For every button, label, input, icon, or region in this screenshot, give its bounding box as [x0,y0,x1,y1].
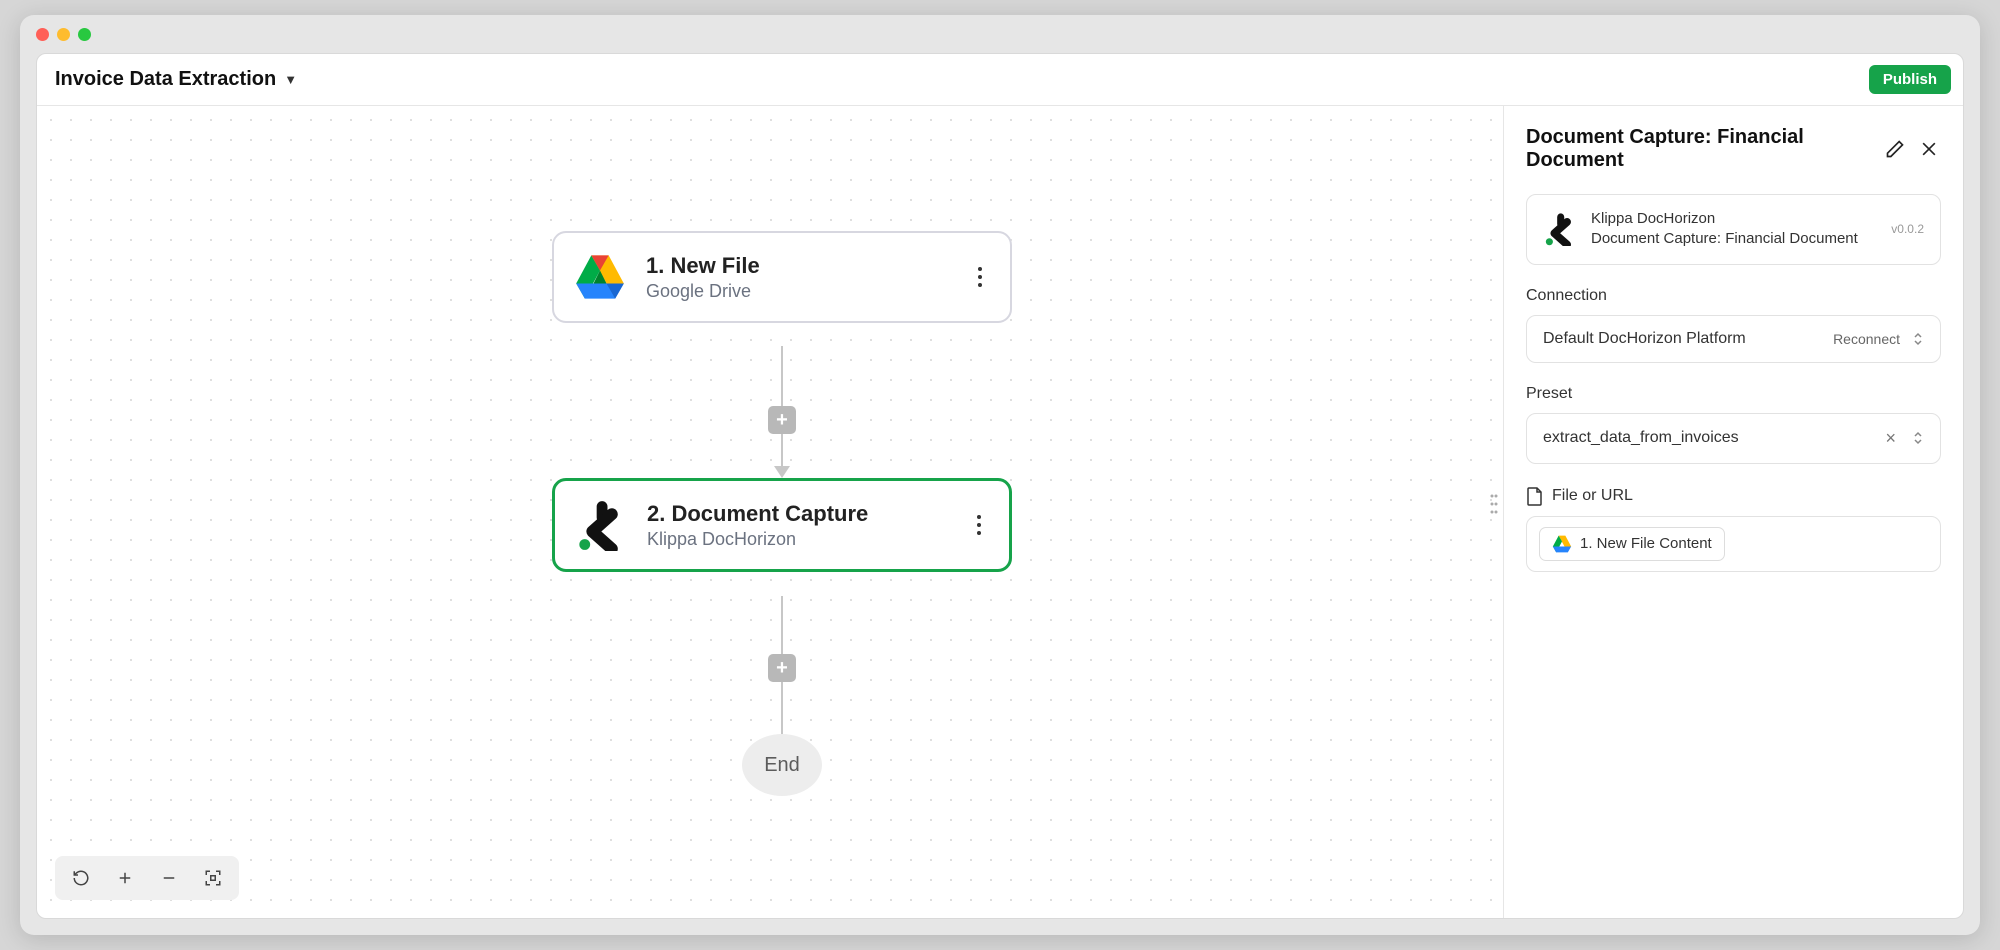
fit-view-button[interactable] [191,860,235,896]
google-drive-icon [574,251,626,303]
klippa-icon [1543,212,1577,246]
clear-preset-button[interactable]: × [1881,428,1900,449]
node-subtitle: Google Drive [646,281,950,302]
add-step-button[interactable]: + [768,406,796,434]
refresh-icon [72,869,90,887]
window-frame: Invoice Data Extraction ▼ Publish [20,15,1980,935]
panel-resize-handle[interactable] [1489,492,1499,532]
pencil-icon [1885,139,1905,159]
fit-view-icon [204,869,222,887]
node-text: 2. Document Capture Klippa DocHorizon [647,501,949,550]
caret-down-icon: ▼ [284,72,297,87]
integration-version: v0.0.2 [1891,222,1924,236]
panel-header: Document Capture: Financial Document [1526,126,1941,172]
app-content: Invoice Data Extraction ▼ Publish [36,53,1964,919]
window-minimize-dot[interactable] [57,28,70,41]
main-area: 1. New File Google Drive + [37,106,1963,918]
select-stepper-icon[interactable] [1912,430,1924,446]
workflow-title-dropdown[interactable]: Invoice Data Extraction ▼ [49,64,303,95]
preset-section: Preset extract_data_from_invoices × [1526,385,1941,464]
select-stepper-icon[interactable] [1912,331,1924,347]
file-source-chip-text: 1. New File Content [1580,535,1712,552]
connector-line [781,596,783,654]
end-node-label: End [764,754,800,777]
publish-button[interactable]: Publish [1869,65,1951,94]
integration-card-text: Klippa DocHorizon Document Capture: Fina… [1591,209,1877,250]
kebab-icon [978,267,982,287]
node-menu-button[interactable] [969,511,989,539]
details-panel: Document Capture: Financial Document [1503,106,1963,918]
connector-line [781,434,783,466]
integration-card: Klippa DocHorizon Document Capture: Fina… [1526,194,1941,265]
connection-label: Connection [1526,287,1941,305]
node-title: 2. Document Capture [647,501,949,527]
preset-field[interactable]: extract_data_from_invoices × [1526,413,1941,464]
canvas-toolbar [55,856,239,900]
refresh-button[interactable] [59,860,103,896]
connection-value: Default DocHorizon Platform [1543,330,1821,348]
add-step-button[interactable]: + [768,654,796,682]
close-icon [1919,139,1939,159]
file-section: File or URL 1. New File Content [1526,486,1941,572]
connection-field[interactable]: Default DocHorizon Platform Reconnect [1526,315,1941,363]
flow-node-new-file[interactable]: 1. New File Google Drive [552,231,1012,323]
kebab-icon [977,515,981,535]
preset-value: extract_data_from_invoices [1543,429,1869,447]
flow-canvas[interactable]: 1. New File Google Drive + [37,106,1503,918]
arrowhead-icon [774,466,790,478]
zoom-in-button[interactable] [103,860,147,896]
preset-label: Preset [1526,385,1941,403]
flow-node-document-capture[interactable]: 2. Document Capture Klippa DocHorizon [552,478,1012,572]
panel-title: Document Capture: Financial Document [1526,126,1873,172]
app-header: Invoice Data Extraction ▼ Publish [37,54,1963,106]
reconnect-button[interactable]: Reconnect [1833,331,1900,347]
google-drive-icon [1552,534,1572,554]
edit-title-button[interactable] [1883,137,1907,161]
file-source-chip[interactable]: 1. New File Content [1539,527,1725,561]
connector-line [781,682,783,734]
file-label: File or URL [1552,487,1633,505]
file-icon [1526,486,1544,506]
mac-titlebar [20,15,1980,53]
connection-section: Connection Default DocHorizon Platform R… [1526,287,1941,363]
file-label-row: File or URL [1526,486,1941,506]
window-close-dot[interactable] [36,28,49,41]
zoom-out-button[interactable] [147,860,191,896]
close-panel-button[interactable] [1917,137,1941,161]
end-node: End [742,734,822,796]
file-field[interactable]: 1. New File Content [1526,516,1941,572]
node-text: 1. New File Google Drive [646,253,950,302]
connector-line [781,346,783,406]
minus-icon [160,869,178,887]
workflow-title: Invoice Data Extraction [55,68,276,91]
plus-icon [116,869,134,887]
node-title: 1. New File [646,253,950,279]
node-menu-button[interactable] [970,263,990,291]
integration-name: Klippa DocHorizon [1591,209,1877,229]
window-maximize-dot[interactable] [78,28,91,41]
integration-action: Document Capture: Financial Document [1591,229,1877,249]
node-subtitle: Klippa DocHorizon [647,529,949,550]
klippa-icon [575,499,627,551]
